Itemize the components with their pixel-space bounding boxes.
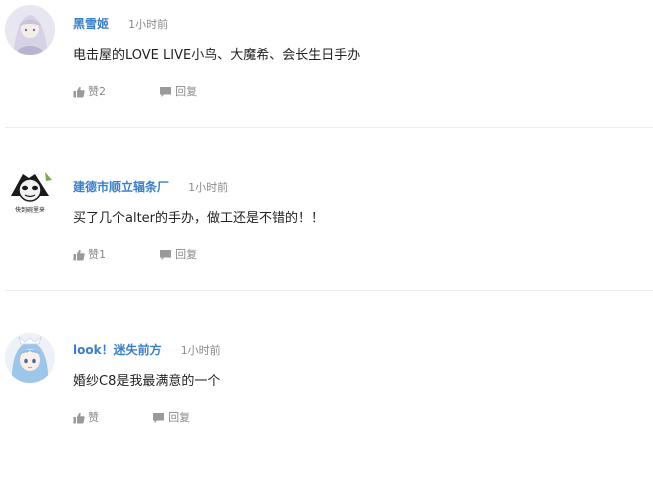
like-count: 赞1 xyxy=(88,247,106,261)
reply-button[interactable]: 回复 xyxy=(159,83,197,99)
avatar-caption: 快到碗里来 xyxy=(15,206,45,214)
divider xyxy=(5,290,653,291)
username-link[interactable]: 建德市顺立辐条厂 xyxy=(73,180,169,194)
divider xyxy=(5,127,653,128)
speech-bubble-icon xyxy=(160,249,172,260)
reply-label: 回复 xyxy=(168,410,191,424)
speech-bubble-icon xyxy=(153,412,165,423)
user-avatar[interactable] xyxy=(5,5,55,55)
timestamp: 1小时前 xyxy=(188,181,229,194)
comment-text: 婚纱C8是我最满意的一个 xyxy=(73,374,221,389)
comment-item: look！迷失前方 1小时前 婚纱C8是我最满意的一个 赞 回复 xyxy=(0,327,653,477)
like-count: 赞2 xyxy=(88,84,106,98)
reply-label: 回复 xyxy=(175,84,198,98)
like-button[interactable]: 赞1 xyxy=(73,246,106,262)
reply-label: 回复 xyxy=(175,247,198,261)
comment-item: 快到碗里来 建德市顺立辐条厂 1小时前 买了几个alter的手办，做工还是不错的… xyxy=(0,164,653,314)
like-count: 赞 xyxy=(88,410,99,424)
user-avatar[interactable] xyxy=(5,333,55,383)
like-button[interactable]: 赞2 xyxy=(73,83,106,99)
thumbs-up-icon xyxy=(73,86,85,97)
user-avatar[interactable]: 快到碗里来 xyxy=(5,166,55,216)
thumbs-up-icon xyxy=(73,249,85,260)
thumbs-up-icon xyxy=(73,412,85,423)
comment-text: 电击屋的LOVE LIVE小鸟、大魔希、会长生日手办 xyxy=(73,48,361,63)
timestamp: 1小时前 xyxy=(180,344,221,357)
timestamp: 1小时前 xyxy=(128,18,169,31)
username-link[interactable]: 黑雪姬 xyxy=(73,17,109,31)
reply-button[interactable]: 回复 xyxy=(152,409,190,425)
speech-bubble-icon xyxy=(160,86,172,97)
comment-text: 买了几个alter的手办，做工还是不错的！！ xyxy=(73,211,325,226)
like-button[interactable]: 赞 xyxy=(73,409,99,425)
username-link[interactable]: look！迷失前方 xyxy=(73,343,162,357)
reply-button[interactable]: 回复 xyxy=(159,246,197,262)
